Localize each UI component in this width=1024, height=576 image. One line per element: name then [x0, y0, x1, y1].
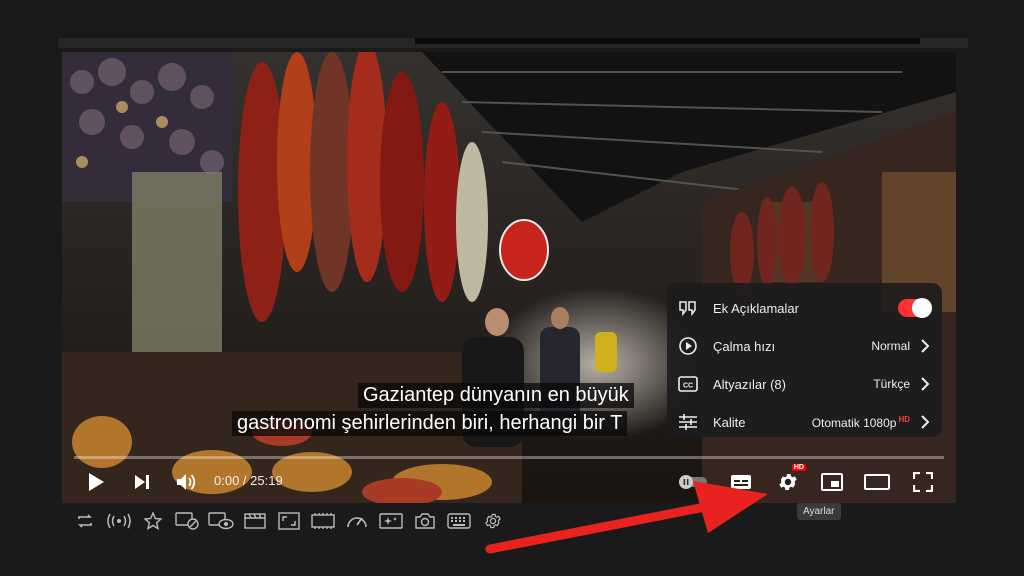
- volume-button[interactable]: [174, 470, 200, 494]
- captions-off-button[interactable]: [170, 509, 204, 533]
- play-icon: [89, 473, 104, 491]
- film-icon: [244, 513, 266, 529]
- sliders-icon: [677, 411, 699, 433]
- magic-icon: [379, 513, 403, 529]
- hd-badge: HD: [898, 414, 910, 424]
- subtitle-line-1: Gaziantep dünyanın en büyük: [358, 383, 634, 408]
- menu-item-quality[interactable]: Kalite Otomatik 1080p HD: [667, 403, 942, 441]
- screenshot-button[interactable]: [408, 509, 442, 533]
- crop-icon: [278, 512, 300, 530]
- menu-value-playback-speed: Normal: [871, 339, 910, 353]
- menu-label-playback-speed: Çalma hızı: [713, 338, 776, 354]
- next-button[interactable]: [130, 470, 154, 494]
- subtitles-icon: [731, 475, 751, 489]
- miniplayer-icon: [821, 473, 843, 491]
- chevron-right-icon: [921, 377, 930, 391]
- speed-button[interactable]: [340, 509, 374, 533]
- miniplayer-button[interactable]: [818, 470, 846, 494]
- extension-toolbar: [68, 509, 510, 533]
- theater-button[interactable]: [862, 470, 892, 494]
- menu-label-quality: Kalite: [713, 414, 746, 430]
- video-player[interactable]: Gaziantep dünyanın en büyük gastronomi ş…: [62, 52, 956, 503]
- theater-icon: [864, 474, 890, 490]
- fullscreen-icon: [913, 472, 933, 492]
- time-display: 0:00 / 25:19: [214, 473, 283, 488]
- gear-icon: [485, 513, 501, 529]
- settings-icon: [779, 473, 797, 491]
- favorite-button[interactable]: [136, 509, 170, 533]
- next-icon: [135, 475, 149, 489]
- frames-button[interactable]: [306, 509, 340, 533]
- watch-icon: [208, 512, 234, 530]
- menu-item-subtitles[interactable]: CC Altyazılar (8) Türkçe: [667, 365, 942, 403]
- menu-value-quality: Otomatik 1080p HD: [812, 415, 910, 430]
- speed-icon: [347, 517, 367, 528]
- annotations-toggle[interactable]: [898, 298, 932, 318]
- crop-button[interactable]: [272, 509, 306, 533]
- subtitles-button[interactable]: [728, 470, 754, 494]
- chevron-right-icon: [921, 339, 930, 353]
- loop-icon: [78, 514, 92, 528]
- play-button[interactable]: [84, 470, 108, 494]
- frames-icon: [311, 513, 335, 529]
- menu-label-subtitles: Altyazılar (8): [713, 376, 786, 392]
- top-bar-strip: [415, 38, 920, 44]
- subtitle-line-2: gastronomi şehirlerinden biri, herhangi …: [232, 411, 628, 436]
- menu-value-subtitles: Türkçe: [873, 377, 910, 391]
- watch-button[interactable]: [204, 509, 238, 533]
- settings-button[interactable]: HD: [774, 464, 806, 494]
- quality-value-text: Otomatik 1080p: [811, 415, 897, 430]
- menu-label-annotations: Ek Açıklamalar: [713, 300, 799, 316]
- loop-button[interactable]: [68, 509, 102, 533]
- fullscreen-button[interactable]: [910, 470, 936, 494]
- camera-icon: [415, 513, 435, 529]
- cc-icon: CC: [677, 373, 699, 395]
- svg-text:CC: CC: [683, 383, 693, 390]
- keyboard-button[interactable]: [442, 509, 476, 533]
- film-button[interactable]: [238, 509, 272, 533]
- enhance-button[interactable]: [374, 509, 408, 533]
- keyboard-icon: [447, 513, 471, 529]
- settings-menu: Ek Açıklamalar Çalma hızı Normal CC Alty…: [667, 283, 942, 437]
- chevron-right-icon: [921, 415, 930, 429]
- autoplay-toggle[interactable]: [676, 470, 710, 494]
- playback-speed-icon: [677, 335, 699, 357]
- cast-button[interactable]: [102, 509, 136, 533]
- extension-settings-button[interactable]: [476, 509, 510, 533]
- autoplay-icon: [679, 475, 707, 489]
- captions-off-icon: [175, 512, 199, 530]
- menu-item-annotations[interactable]: Ek Açıklamalar: [667, 289, 942, 327]
- settings-tooltip: Ayarlar: [797, 503, 841, 520]
- settings-hd-badge: HD: [791, 464, 806, 471]
- star-icon: [144, 512, 162, 530]
- volume-icon: [177, 474, 196, 490]
- annotations-icon: [677, 297, 699, 319]
- menu-item-playback-speed[interactable]: Çalma hızı Normal: [667, 327, 942, 365]
- progress-bar[interactable]: [74, 456, 944, 459]
- cast-icon: [107, 513, 131, 529]
